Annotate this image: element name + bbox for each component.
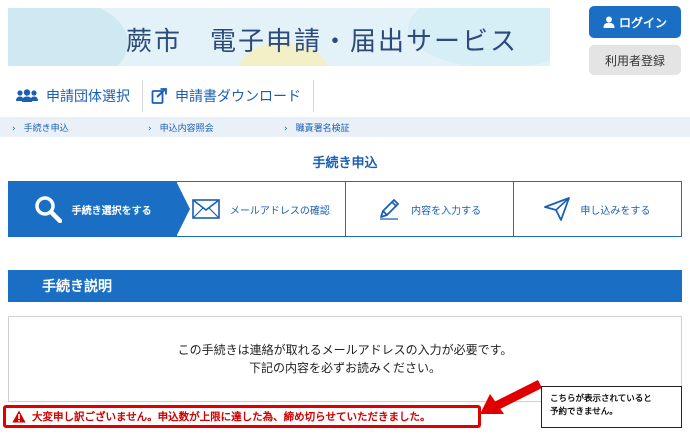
menu-item-group-select[interactable]: 申請団体選択 <box>8 80 143 112</box>
section-header: 手続き説明 <box>8 270 682 302</box>
step-label: 申し込みをする <box>580 205 651 217</box>
header-banner: 蕨市 電子申請・届出サービス <box>8 8 550 66</box>
login-button[interactable]: ログイン <box>589 6 681 38</box>
step-enter-content: 内容を入力する <box>344 182 513 236</box>
menu-item-form-download[interactable]: 申請書ダウンロード <box>143 80 314 112</box>
login-label: ログイン <box>618 15 667 30</box>
step-label: 手続き選択をする <box>71 205 152 217</box>
menu-item-label: 申請書ダウンロード <box>175 89 301 105</box>
main-menu: 申請団体選択 申請書ダウンロード <box>8 80 314 112</box>
banner-decoration <box>8 8 128 66</box>
description-text: 下記の内容を必ずお読みください。 <box>248 361 441 375</box>
download-form-icon <box>151 88 167 104</box>
breadcrumb-item[interactable]: 職責署名検証 <box>284 121 350 134</box>
breadcrumb-item[interactable]: 手続き申込 <box>12 121 69 134</box>
description-text: この手続きは連絡が取れるメールアドレスの入力が必要です。 <box>177 343 513 357</box>
pencil-icon <box>380 199 400 220</box>
annotation-text: 予約できません。 <box>550 407 618 417</box>
annotation-arrow-icon <box>480 379 542 414</box>
group-icon <box>16 89 38 102</box>
page-title: 手続き申込 <box>312 156 378 171</box>
annotation-text: こちらが表示されていると <box>550 394 652 404</box>
user-icon <box>603 16 615 28</box>
warning-text: 大変申し訳ございません。申込数が上限に達した為、締め切らせていただきました。 <box>32 411 431 423</box>
site-title[interactable]: 蕨市 電子申請・届出サービス <box>126 21 518 58</box>
progress-steps: 手続き選択をする メールアドレスの確認 内容を入力する 申し込みをする <box>8 181 682 237</box>
step-label: 内容を入力する <box>411 205 482 217</box>
search-icon <box>34 196 62 223</box>
step-submit: 申し込みをする <box>512 182 681 236</box>
step-select-procedure: 手続き選択をする <box>9 181 191 237</box>
menu-item-label: 申請団体選択 <box>46 89 130 105</box>
annotation-callout: こちらが表示されていると 予約できません。 <box>541 386 682 428</box>
section-title: 手続き説明 <box>42 279 112 295</box>
breadcrumb: 手続き申込 申込内容照会 職責署名検証 <box>0 117 690 137</box>
step-confirm-email: メールアドレスの確認 <box>176 182 344 236</box>
step-label: メールアドレスの確認 <box>229 205 330 217</box>
breadcrumb-item[interactable]: 申込内容照会 <box>148 121 214 134</box>
send-icon <box>544 197 571 221</box>
closed-warning: 大変申し訳ございません。申込数が上限に達した為、締め切らせていただきました。 <box>3 405 481 428</box>
register-button[interactable]: 利用者登録 <box>589 45 681 75</box>
register-label: 利用者登録 <box>604 53 665 68</box>
warning-icon <box>12 410 26 423</box>
envelope-icon <box>192 199 220 219</box>
